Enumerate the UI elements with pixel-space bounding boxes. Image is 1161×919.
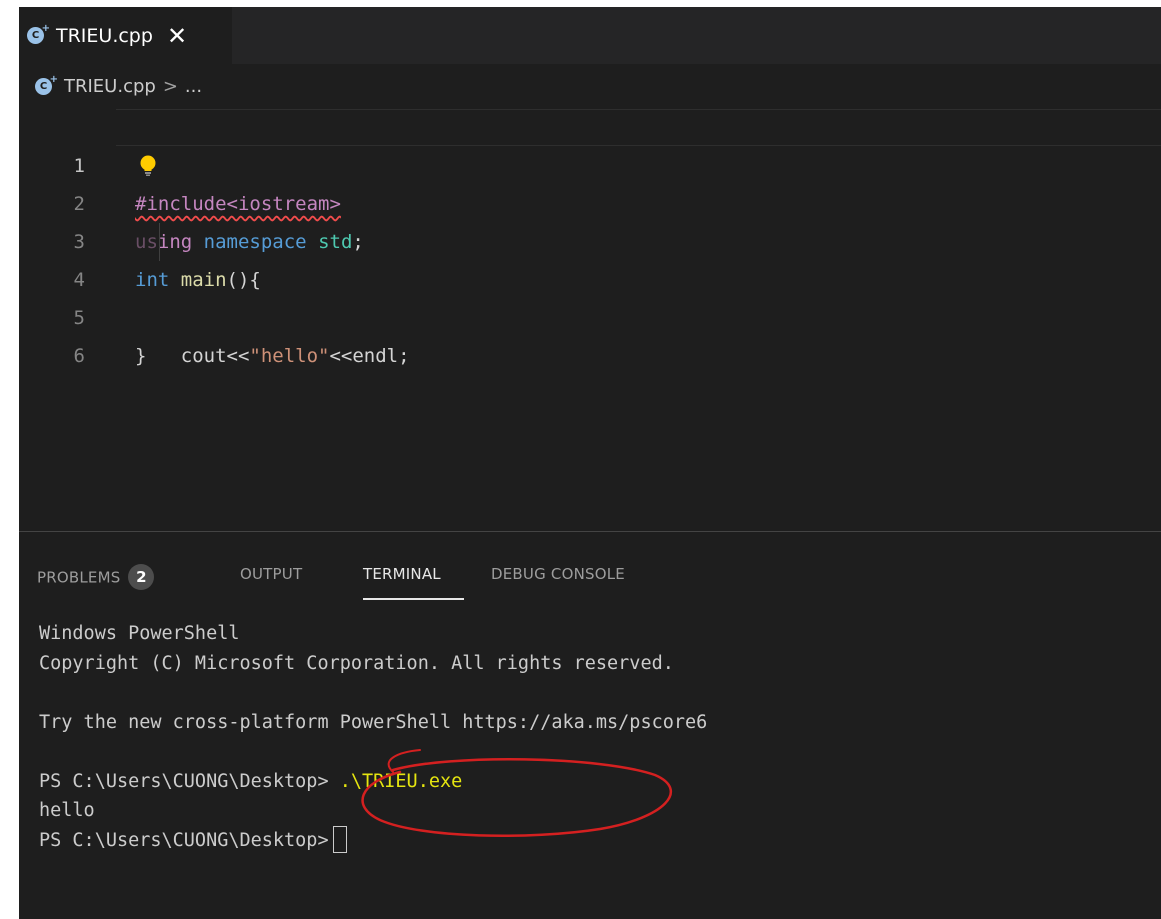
terminal-line: hello: [39, 800, 95, 821]
problems-count-badge: 2: [128, 564, 155, 590]
tab-label: TRIEU.cpp: [56, 24, 153, 47]
breadcrumb-file[interactable]: TRIEU.cpp: [64, 76, 156, 97]
vscode-window: C TRIEU.cpp ✕ C TRIEU.cpp > ... 1 #inclu…: [19, 7, 1161, 919]
code-editor[interactable]: 1 #include<iostream> 2 using namespace s…: [19, 109, 1161, 367]
code-line: 5 }: [19, 261, 1161, 367]
terminal-prompt: PS C:\Users\CUONG\Desktop>: [39, 770, 329, 792]
code-line: 4 cout<<"hello"<<endl;: [19, 223, 1161, 367]
tab-problems[interactable]: PROBLEMS 2: [37, 564, 155, 591]
tab-terminal[interactable]: TERMINAL: [363, 565, 441, 583]
panel-divider[interactable]: [19, 531, 1161, 532]
code-token: <<endl;: [329, 345, 410, 367]
panel-tab-bar: PROBLEMS 2 OUTPUT TERMINAL DEBUG CONSOLE: [19, 547, 1161, 605]
code-line: 1 #include<iostream>: [19, 109, 1161, 215]
code-text: }: [135, 345, 147, 367]
close-tab-icon[interactable]: ✕: [167, 24, 187, 48]
terminal-prompt: PS C:\Users\CUONG\Desktop>: [39, 829, 329, 851]
code-text: cout<<"hello"<<endl;: [135, 337, 410, 375]
code-token: cout<<: [180, 345, 250, 367]
tab-debug-console[interactable]: DEBUG CONSOLE: [491, 565, 625, 583]
indent-guide: [159, 223, 160, 261]
tab-problems-label: PROBLEMS: [37, 568, 121, 587]
cpp-file-icon: C: [27, 23, 50, 44]
breadcrumb-symbols[interactable]: ...: [185, 76, 202, 97]
terminal-command-line: PS C:\Users\CUONG\Desktop> .\TRIEU.exe: [39, 767, 1161, 797]
editor-tab-bar: C TRIEU.cpp ✕: [19, 7, 1161, 64]
line-number: 6: [73, 345, 85, 367]
tab-output[interactable]: OUTPUT: [240, 565, 302, 583]
terminal-line: Windows PowerShell: [39, 623, 240, 644]
code-line: 2 using namespace std;: [19, 147, 1161, 253]
terminal-line: Copyright (C) Microsoft Corporation. All…: [39, 652, 674, 674]
code-line: 3 int main(){: [19, 185, 1161, 291]
terminal-prompt-line: PS C:\Users\CUONG\Desktop>: [39, 826, 1161, 856]
code-token: "hello": [249, 345, 330, 367]
terminal-cursor: [332, 826, 347, 853]
editor-tab-trieu-cpp[interactable]: C TRIEU.cpp ✕: [19, 7, 232, 64]
terminal-output[interactable]: Windows PowerShell Copyright (C) Microso…: [39, 619, 1161, 855]
cpp-file-icon: C: [35, 74, 58, 95]
breadcrumb-separator: >: [162, 75, 178, 97]
lightbulb-icon[interactable]: [138, 155, 158, 177]
breadcrumb: C TRIEU.cpp > ...: [19, 64, 1161, 108]
active-tab-indicator: [363, 598, 464, 600]
terminal-line: Try the new cross-platform PowerShell ht…: [39, 711, 708, 733]
terminal-command: .\TRIEU.exe: [339, 770, 463, 792]
code-line: 6: [19, 299, 1161, 367]
